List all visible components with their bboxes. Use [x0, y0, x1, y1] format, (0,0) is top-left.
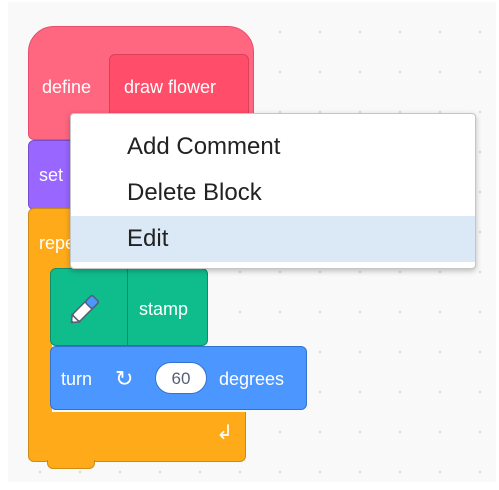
repeat-block-bottom[interactable]: ↲ — [28, 412, 246, 469]
menu-item-add-comment[interactable]: Add Comment — [71, 124, 475, 170]
menu-item-edit[interactable]: Edit — [71, 216, 475, 262]
stamp-block[interactable]: stamp — [50, 268, 208, 346]
loop-arrow-icon: ↲ — [216, 422, 233, 444]
rotate-clockwise-icon: ↻ — [115, 366, 134, 391]
set-label: set — [39, 165, 64, 185]
turn-label: turn — [61, 369, 93, 389]
pen-extension-area — [51, 269, 128, 345]
turn-block[interactable]: turn ↻ 60 degrees — [50, 346, 307, 410]
degrees-input[interactable]: 60 — [155, 362, 207, 394]
repeat-block-arm[interactable] — [28, 268, 52, 414]
context-menu: Add Comment Delete Block Edit — [70, 113, 476, 269]
pen-icon — [70, 295, 99, 324]
define-keyword: define — [42, 77, 92, 97]
stamp-label: stamp — [139, 299, 189, 319]
procedure-name: draw flower — [124, 77, 217, 97]
procedure-prototype[interactable]: draw flower — [109, 54, 249, 120]
menu-item-delete-block[interactable]: Delete Block — [71, 170, 475, 216]
degrees-label: degrees — [219, 369, 285, 389]
